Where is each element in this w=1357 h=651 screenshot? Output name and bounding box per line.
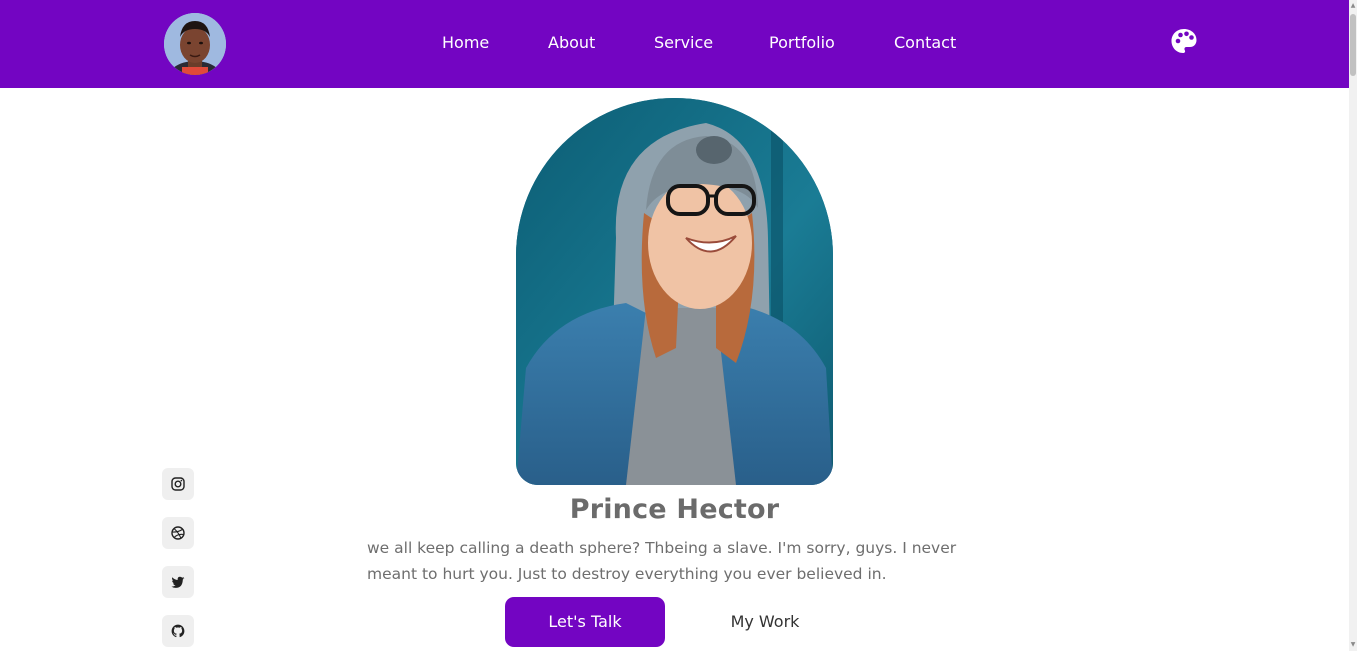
twitter-icon bbox=[171, 576, 185, 588]
nav-link-about[interactable]: About bbox=[548, 31, 595, 55]
profile-image bbox=[516, 98, 833, 485]
page: Home About Service Portfolio Contact ▲ ▼ bbox=[0, 0, 1357, 651]
nav-link-contact[interactable]: Contact bbox=[894, 31, 956, 55]
github-icon bbox=[171, 624, 185, 638]
theme-palette-button[interactable] bbox=[1170, 27, 1198, 55]
scrollbar-thumb[interactable] bbox=[1350, 14, 1356, 76]
social-twitter-button[interactable] bbox=[162, 566, 194, 598]
social-github-button[interactable] bbox=[162, 615, 194, 647]
instagram-icon bbox=[171, 477, 185, 491]
lets-talk-button[interactable]: Let's Talk bbox=[505, 597, 665, 647]
hero-description: we all keep calling a death sphere? Thbe… bbox=[367, 539, 957, 583]
vertical-scrollbar[interactable] bbox=[1349, 0, 1357, 651]
hero-photo bbox=[516, 98, 833, 485]
nav-link-home[interactable]: Home bbox=[442, 31, 489, 55]
nav-link-portfolio[interactable]: Portfolio bbox=[769, 31, 835, 55]
scroll-up-icon[interactable]: ▲ bbox=[1350, 2, 1356, 10]
navbar: Home About Service Portfolio Contact bbox=[0, 0, 1349, 88]
hero-name: Prince Hector bbox=[569, 494, 780, 525]
palette-icon bbox=[1171, 29, 1197, 53]
nav-link-service[interactable]: Service bbox=[654, 31, 713, 55]
scroll-down-icon[interactable]: ▼ bbox=[1350, 641, 1356, 649]
my-work-button[interactable]: My Work bbox=[705, 597, 825, 647]
nav-links: Home About Service Portfolio Contact bbox=[0, 0, 1349, 88]
